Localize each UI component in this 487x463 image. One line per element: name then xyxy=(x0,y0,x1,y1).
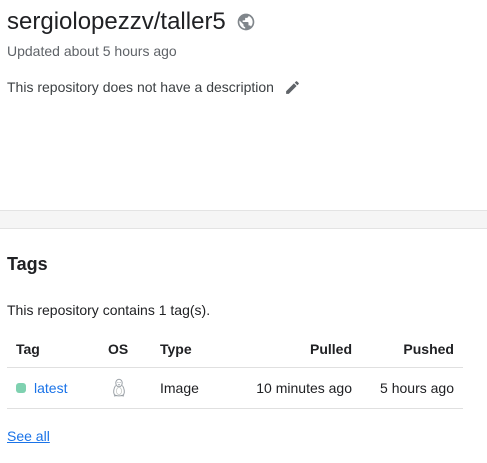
os-cell xyxy=(108,367,160,409)
tag-cell: latest xyxy=(7,367,108,409)
pulled-cell: 10 minutes ago xyxy=(230,367,352,409)
tags-table: Tag OS Type Pulled Pushed latest Image 1… xyxy=(7,331,463,409)
type-cell: Image xyxy=(160,367,230,409)
repo-description: This repository does not have a descript… xyxy=(7,79,274,95)
pushed-cell: 5 hours ago xyxy=(352,367,463,409)
updated-timestamp: Updated about 5 hours ago xyxy=(7,43,177,59)
column-header-os: OS xyxy=(108,331,160,368)
tag-link-latest[interactable]: latest xyxy=(34,380,67,396)
tags-heading: Tags xyxy=(7,254,48,274)
section-divider xyxy=(0,210,487,229)
column-header-type: Type xyxy=(160,331,230,368)
column-header-tag: Tag xyxy=(7,331,108,368)
table-row: latest Image 10 minutes ago 5 hours ago xyxy=(7,367,463,409)
column-header-pushed: Pushed xyxy=(352,331,463,368)
tag-count-text: This repository contains 1 tag(s). xyxy=(7,302,211,318)
table-header-row: Tag OS Type Pulled Pushed xyxy=(7,331,463,368)
status-dot xyxy=(16,383,26,393)
globe-icon xyxy=(236,12,256,32)
see-all-link[interactable]: See all xyxy=(7,427,50,445)
repo-title: sergiolopezzv/taller5 xyxy=(7,8,226,35)
title-row: sergiolopezzv/taller5 xyxy=(7,8,487,36)
repo-header: sergiolopezzv/taller5 Updated about 5 ho… xyxy=(7,8,487,60)
column-header-pulled: Pulled xyxy=(230,331,352,368)
linux-penguin-icon xyxy=(111,378,127,398)
pencil-icon[interactable] xyxy=(284,79,301,96)
description-row: This repository does not have a descript… xyxy=(7,78,301,96)
